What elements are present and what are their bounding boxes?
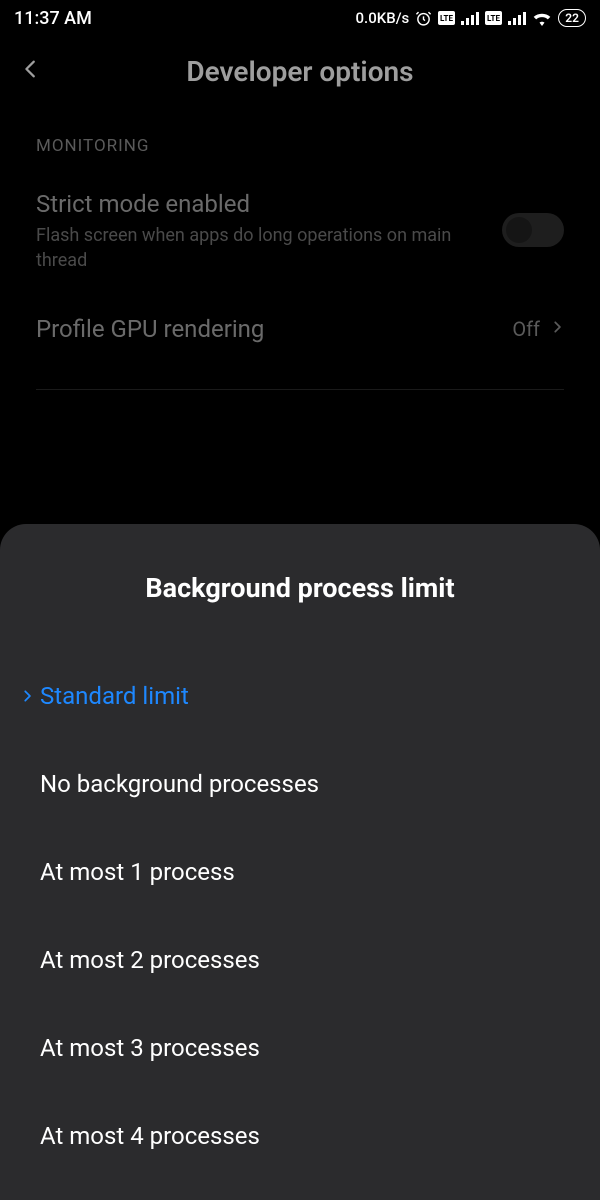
option-label: No background processes xyxy=(40,770,319,798)
option-label: At most 3 processes xyxy=(40,1034,260,1062)
status-time: 11:37 AM xyxy=(14,8,92,29)
setting-strict-mode[interactable]: Strict mode enabled Flash screen when ap… xyxy=(0,168,600,293)
status-right: 0.0KB/s LTE LTE 22 xyxy=(356,9,586,27)
option-label: At most 4 processes xyxy=(40,1122,260,1150)
page-title: Developer options xyxy=(58,55,542,88)
alarm-icon xyxy=(415,10,432,27)
volte-sim1-icon: LTE xyxy=(438,11,455,25)
option-standard-limit[interactable]: Standard limit xyxy=(0,652,600,740)
option-at-most-2[interactable]: At most 2 processes xyxy=(0,916,600,1004)
selected-indicator-icon xyxy=(14,686,40,706)
bottom-sheet: Background process limit Standard limit … xyxy=(0,524,600,1200)
setting-strict-mode-subtitle: Flash screen when apps do long operation… xyxy=(36,224,482,273)
section-header-monitoring: MONITORING xyxy=(0,106,600,168)
signal-sim2-icon xyxy=(508,11,526,25)
setting-profile-gpu[interactable]: Profile GPU rendering Off xyxy=(0,293,600,365)
option-at-most-3[interactable]: At most 3 processes xyxy=(0,1004,600,1092)
signal-sim1-icon xyxy=(461,11,479,25)
chevron-right-icon xyxy=(550,317,564,341)
strict-mode-toggle[interactable] xyxy=(502,213,564,247)
volte-sim2-icon: LTE xyxy=(485,11,502,25)
svg-text:LTE: LTE xyxy=(487,14,500,23)
status-net-speed: 0.0KB/s xyxy=(356,9,410,27)
status-bar: 11:37 AM 0.0KB/s LTE LTE 22 xyxy=(0,0,600,36)
option-label: At most 1 process xyxy=(40,858,235,886)
setting-strict-mode-title: Strict mode enabled xyxy=(36,188,482,220)
divider xyxy=(36,389,564,390)
battery-indicator: 22 xyxy=(558,9,586,27)
option-label: Standard limit xyxy=(40,682,189,710)
setting-profile-gpu-value: Off xyxy=(512,317,540,341)
page-header: Developer options xyxy=(0,36,600,106)
wifi-icon xyxy=(532,11,552,26)
svg-text:LTE: LTE xyxy=(440,14,453,23)
setting-profile-gpu-title: Profile GPU rendering xyxy=(36,313,492,345)
option-label: At most 2 processes xyxy=(40,946,260,974)
option-at-most-4[interactable]: At most 4 processes xyxy=(0,1092,600,1180)
sheet-title: Background process limit xyxy=(0,572,600,604)
background-content: Developer options MONITORING Strict mode… xyxy=(0,36,600,390)
option-no-background[interactable]: No background processes xyxy=(0,740,600,828)
option-at-most-1[interactable]: At most 1 process xyxy=(0,828,600,916)
back-button[interactable] xyxy=(20,58,58,84)
